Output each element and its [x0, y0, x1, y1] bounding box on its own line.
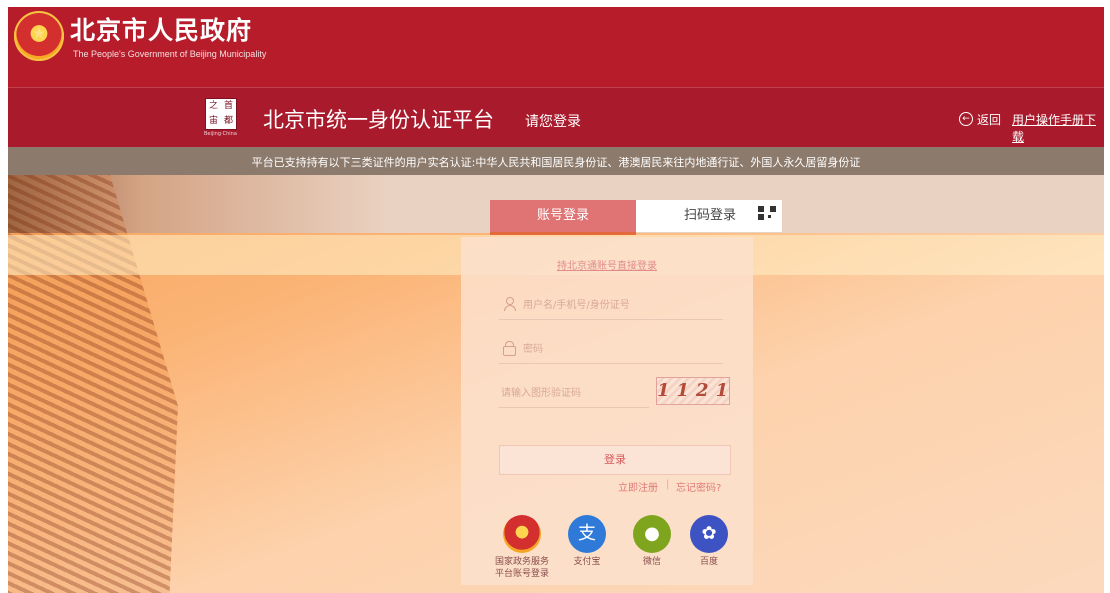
seal-char: 宙	[208, 116, 218, 126]
seal-char: 都	[223, 116, 233, 126]
forgot-password-link[interactable]: 忘记密码?	[676, 479, 721, 494]
tab-account-login[interactable]: 账号登录	[490, 200, 636, 232]
wechat-icon: ●	[633, 515, 671, 553]
link-separator: |	[666, 479, 670, 490]
login-panel: 持北京通账号直接登录 1121 登录 立即注册 | 忘记密码? 国家政务服务平台…	[461, 237, 753, 585]
social-login-baidu[interactable]: ✿ 百度	[679, 515, 739, 568]
seal-char: 之	[208, 101, 218, 111]
register-link[interactable]: 立即注册	[618, 479, 658, 494]
government-subtitle: The People's Government of Beijing Munic…	[73, 49, 267, 59]
captcha-field	[499, 377, 653, 408]
login-tabs: 账号登录 扫码登录	[490, 200, 782, 235]
active-tab-underline	[490, 232, 636, 235]
seal-char: 首	[223, 101, 233, 111]
top-header: 北京市人民政府 The People's Government of Beiji…	[8, 7, 1104, 87]
manual-download-link[interactable]: 用户操作手册下载	[1012, 111, 1104, 145]
social-login-wechat[interactable]: ● 微信	[622, 515, 682, 568]
password-input[interactable]	[521, 338, 720, 360]
baidu-icon: ✿	[690, 515, 728, 553]
password-field	[499, 333, 723, 364]
captcha-input[interactable]	[499, 382, 653, 404]
national-emblem-icon	[503, 515, 541, 553]
social-label: 支付宝	[573, 557, 601, 567]
page-frame: 北京市人民政府 The People's Government of Beiji…	[8, 7, 1104, 593]
social-label: 微信	[642, 557, 661, 567]
tab-qr-login[interactable]: 扫码登录	[636, 200, 782, 232]
username-input[interactable]	[521, 294, 720, 316]
platform-header: 之 首 宙 都 Beijing·China 北京市统一身份认证平台 请您登录 ←…	[8, 87, 1104, 148]
captcha-image[interactable]: 1121	[656, 377, 730, 405]
alipay-icon: 支	[568, 515, 606, 553]
qr-code-icon	[758, 206, 776, 220]
social-label: 百度	[699, 557, 718, 567]
national-emblem-icon	[14, 11, 64, 61]
government-title: 北京市人民政府	[70, 16, 253, 45]
login-button[interactable]: 登录	[499, 445, 731, 475]
username-field	[499, 289, 723, 320]
login-prompt: 请您登录	[525, 114, 581, 130]
back-arrow-icon[interactable]: ←	[959, 112, 973, 126]
notice-text: 平台已支持持有以下三类证件的用户实名认证:中华人民共和国居民身份证、港澳居民来往…	[251, 156, 861, 169]
social-login-national[interactable]: 国家政务服务平台账号登录	[492, 515, 552, 580]
lock-icon	[503, 341, 516, 356]
user-icon	[503, 297, 516, 311]
tab-qr-label: 扫码登录	[684, 208, 737, 223]
social-login-alipay[interactable]: 支 支付宝	[557, 515, 617, 568]
platform-title: 北京市统一身份认证平台	[263, 108, 494, 132]
capital-seal-icon: 之 首 宙 都	[205, 98, 237, 130]
back-link[interactable]: 返回	[977, 111, 1001, 128]
seal-caption: Beijing·China	[204, 131, 237, 137]
social-label: 国家政务服务平台账号登录	[494, 557, 549, 579]
beijing-tong-hint[interactable]: 持北京通账号直接登录	[461, 257, 753, 272]
